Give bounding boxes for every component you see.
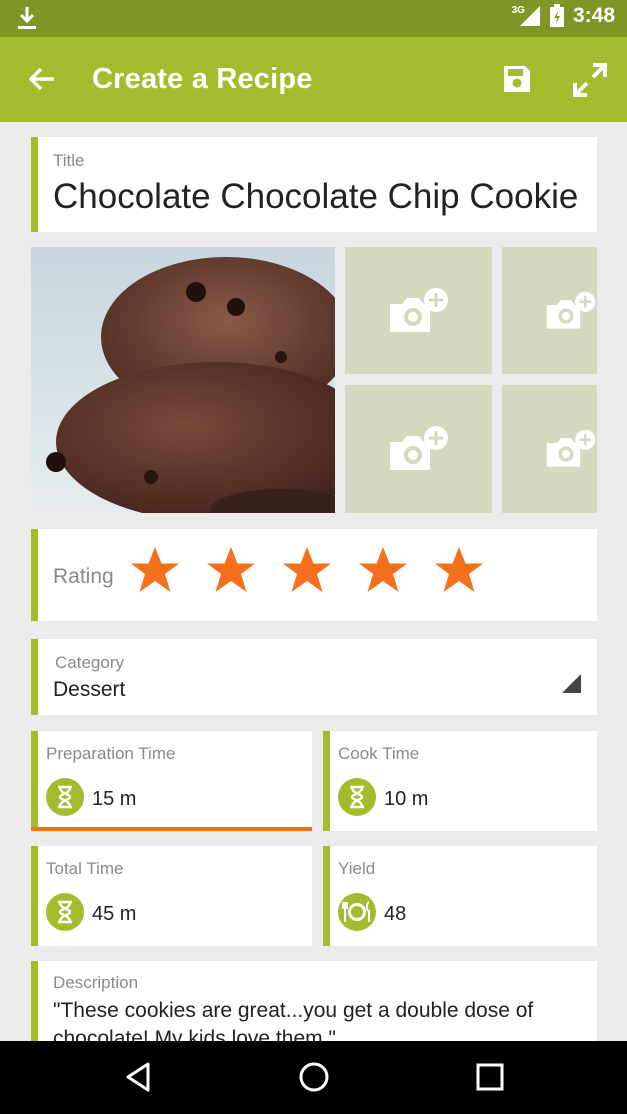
rating-field: Rating bbox=[31, 529, 597, 621]
star-icon[interactable] bbox=[206, 545, 256, 595]
category-dropdown[interactable]: Category Dessert bbox=[31, 639, 597, 715]
title-label: Title bbox=[53, 151, 85, 170]
nav-back-icon[interactable] bbox=[124, 1061, 152, 1093]
network-type: 3G bbox=[511, 4, 525, 16]
camera-plus-icon bbox=[546, 291, 596, 329]
title-field[interactable]: Title Chocolate Chocolate Chip Cookie bbox=[31, 137, 597, 232]
add-photo-slot[interactable] bbox=[502, 385, 597, 513]
save-icon[interactable] bbox=[502, 64, 532, 94]
total-time-field[interactable]: Total Time 45 m bbox=[31, 846, 312, 946]
cook-time-field[interactable]: Cook Time 10 m bbox=[323, 731, 597, 831]
back-arrow-icon[interactable] bbox=[28, 65, 56, 93]
nav-home-icon[interactable] bbox=[298, 1061, 330, 1093]
camera-plus-icon bbox=[389, 287, 448, 332]
rating-label: Rating bbox=[53, 565, 114, 588]
download-icon bbox=[18, 7, 36, 29]
category-label: Category bbox=[55, 653, 124, 672]
battery-icon bbox=[549, 4, 564, 27]
title-value[interactable]: Chocolate Chocolate Chip Cookie bbox=[53, 177, 578, 217]
nav-recents-icon[interactable] bbox=[476, 1063, 504, 1091]
cook-time-label: Cook Time bbox=[338, 744, 420, 763]
hourglass-icon bbox=[338, 778, 376, 816]
clock: 3:48 bbox=[572, 4, 615, 27]
cook-time-value: 10 m bbox=[384, 788, 429, 810]
yield-value: 48 bbox=[384, 903, 407, 925]
hourglass-icon bbox=[46, 778, 84, 816]
description-label: Description bbox=[53, 973, 139, 992]
status-bar: 3G 3:48 bbox=[0, 0, 627, 37]
star-icon[interactable] bbox=[282, 545, 332, 595]
prep-time-value: 15 m bbox=[92, 788, 137, 810]
star-icon[interactable] bbox=[434, 545, 484, 595]
camera-plus-icon bbox=[546, 429, 596, 467]
page-title: Create a Recipe bbox=[92, 63, 313, 95]
plate-icon bbox=[338, 893, 376, 931]
recipe-photo[interactable] bbox=[31, 247, 335, 513]
total-time-label: Total Time bbox=[46, 859, 124, 878]
dropdown-arrow-icon bbox=[562, 674, 581, 693]
prep-time-field[interactable]: Preparation Time 15 m bbox=[31, 731, 312, 831]
total-time-value: 45 m bbox=[92, 903, 137, 925]
prep-time-label: Preparation Time bbox=[46, 744, 176, 763]
expand-icon[interactable] bbox=[573, 63, 607, 97]
focus-underline bbox=[31, 827, 312, 831]
star-icon[interactable] bbox=[130, 545, 180, 595]
add-photo-slot[interactable] bbox=[345, 385, 492, 513]
camera-plus-icon bbox=[389, 426, 448, 470]
hourglass-icon bbox=[46, 893, 84, 931]
add-photo-slot[interactable] bbox=[502, 247, 597, 374]
rating-stars[interactable] bbox=[130, 545, 484, 595]
app-bar: Create a Recipe bbox=[0, 37, 627, 122]
star-icon[interactable] bbox=[358, 545, 408, 595]
system-nav-bar bbox=[0, 1041, 627, 1114]
category-value: Dessert bbox=[53, 678, 126, 701]
yield-field[interactable]: Yield 48 bbox=[323, 846, 597, 946]
add-photo-slot[interactable] bbox=[345, 247, 492, 374]
yield-label: Yield bbox=[338, 859, 376, 878]
